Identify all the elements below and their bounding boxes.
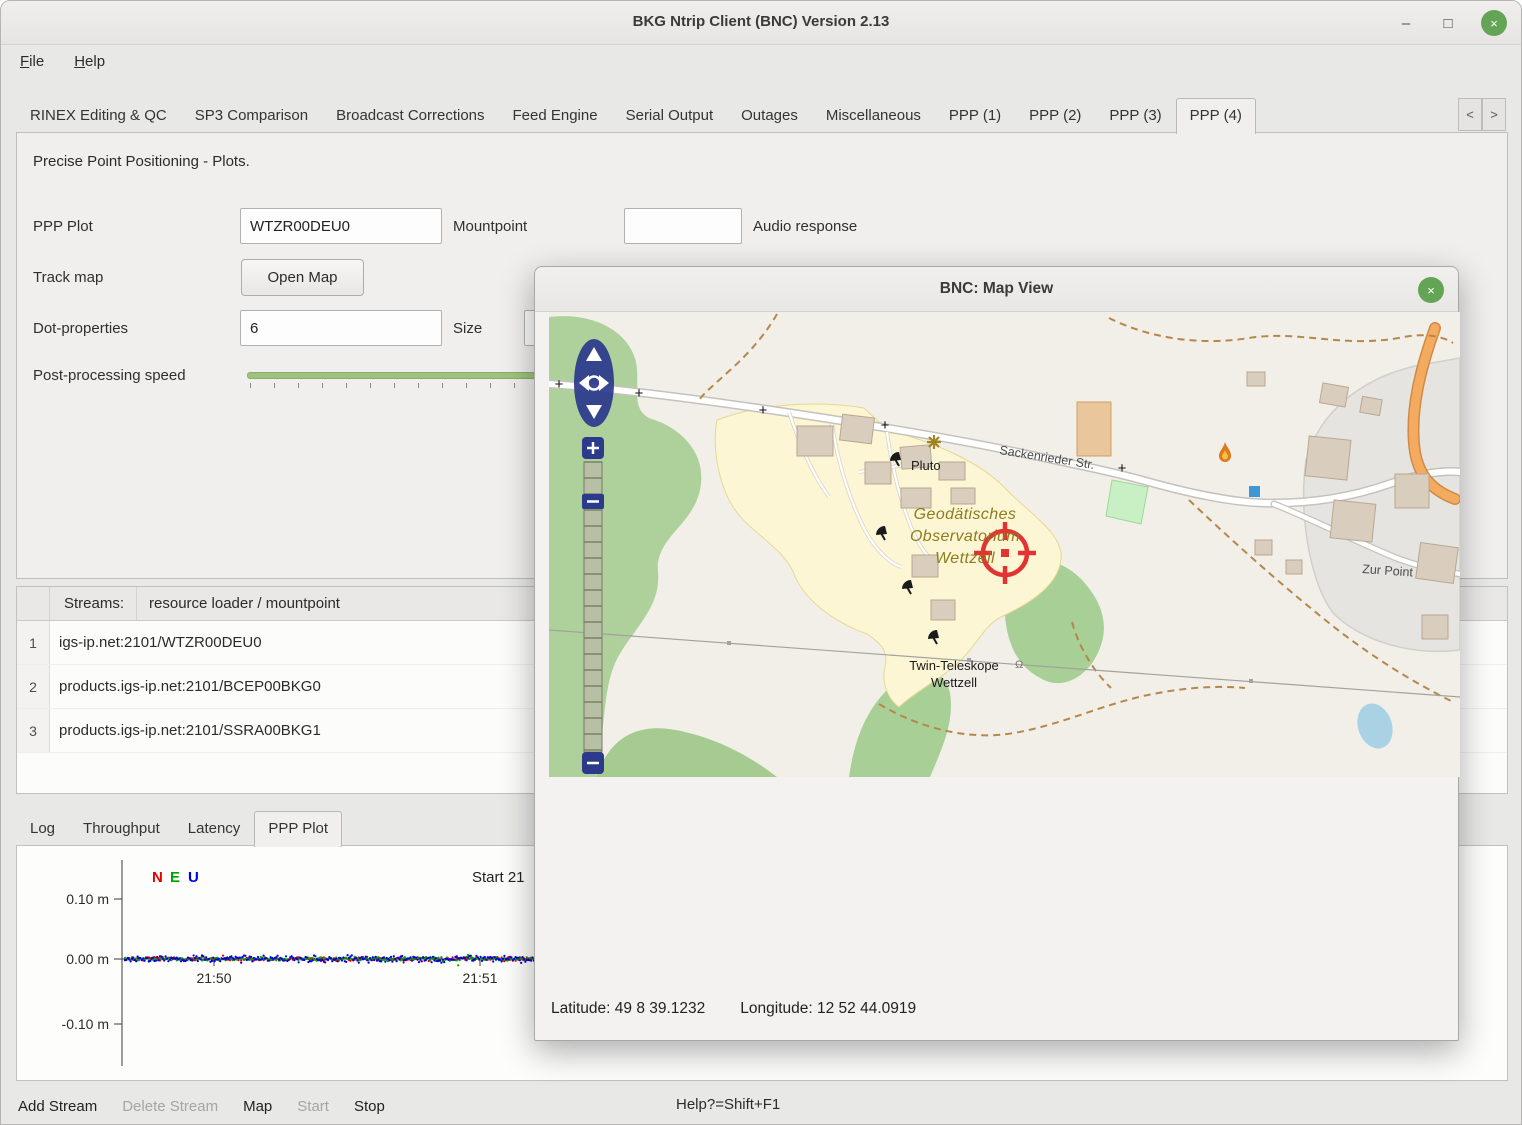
legend-east: E: [170, 869, 180, 886]
tab-ppp-plot[interactable]: PPP Plot: [254, 811, 342, 847]
ppp-plot-input[interactable]: [240, 208, 442, 244]
close-button[interactable]: ×: [1481, 10, 1507, 36]
main-tabbar: RINEX Editing & QC SP3 Comparison Broadc…: [16, 96, 1256, 133]
map-label-twin-telescope: Wettzell: [931, 675, 977, 690]
tab-outages[interactable]: Outages: [727, 98, 812, 133]
tab-ppp-2[interactable]: PPP (2): [1015, 98, 1095, 133]
tab-log[interactable]: Log: [16, 811, 69, 846]
minimize-button[interactable]: –: [1397, 15, 1415, 32]
mountpoint-input[interactable]: [624, 208, 742, 244]
map-view-dialog: BNC: Map View ×: [534, 266, 1459, 1041]
panel-description: Precise Point Positioning - Plots.: [33, 153, 250, 170]
open-map-button[interactable]: Open Map: [241, 259, 364, 296]
viewpoint-icon: [927, 435, 941, 449]
stream-mountpoint: products.igs-ip.net:2101/SSRA00BKG1: [50, 722, 321, 739]
tab-scroll-left-icon[interactable]: <: [1458, 98, 1482, 131]
track-map-label: Track map: [33, 269, 103, 286]
y-tick-label: -0.10 m: [62, 1016, 109, 1032]
footer-toolbar: Add Stream Delete Stream Map Start Stop …: [1, 1086, 1521, 1125]
map-pan-control[interactable]: [574, 339, 614, 427]
bottom-tabbar: Log Throughput Latency PPP Plot: [16, 809, 342, 846]
x-tick-label: 21:51: [462, 970, 497, 986]
longitude-value: Longitude: 12 52 44.0919: [740, 1000, 916, 1018]
menubar: File Help: [1, 45, 1521, 78]
mountpoint-label: Mountpoint: [453, 218, 527, 235]
map-symbol-omega: Ω: [1015, 659, 1023, 671]
post-processing-speed-label: Post-processing speed: [33, 367, 186, 384]
map-tan-building: [1077, 402, 1111, 456]
stream-mountpoint: products.igs-ip.net:2101/BCEP00BKG0: [50, 678, 321, 695]
benchmark-icon: +: [635, 385, 644, 402]
map-label-pluto: Pluto: [911, 458, 941, 473]
y-tick-label: 0.10 m: [66, 891, 109, 907]
map-label-twin-telescope: Twin-Teleskope: [909, 658, 999, 673]
menu-file[interactable]: File: [20, 53, 44, 70]
audio-response-label: Audio response: [753, 218, 857, 235]
y-tick-label: 0.00 m: [66, 951, 109, 967]
map-button[interactable]: Map: [243, 1098, 272, 1115]
tab-broadcast-corrections[interactable]: Broadcast Corrections: [322, 98, 498, 133]
map-label-observatory: Geodätisches: [914, 506, 1017, 523]
bnc-window: BKG Ntrip Client (BNC) Version 2.13 – □ …: [0, 0, 1522, 1125]
stream-mountpoint: igs-ip.net:2101/WTZR00DEU0: [50, 634, 262, 651]
tab-ppp-1[interactable]: PPP (1): [935, 98, 1015, 133]
dialog-title: BNC: Map View: [535, 280, 1458, 298]
benchmark-icon: +: [555, 376, 564, 393]
delete-stream-button: Delete Stream: [122, 1098, 218, 1115]
tab-rinex-editing-qc[interactable]: RINEX Editing & QC: [16, 98, 181, 133]
tab-sp3-comparison[interactable]: SP3 Comparison: [181, 98, 322, 133]
map-label-observatory: Wettzell: [935, 550, 995, 567]
window-title: BKG Ntrip Client (BNC) Version 2.13: [1, 13, 1521, 30]
streams-title: Streams:: [50, 595, 136, 612]
maximize-button[interactable]: □: [1439, 15, 1457, 32]
stop-button[interactable]: Stop: [354, 1098, 385, 1115]
legend-up: U: [188, 869, 199, 886]
map-label-observatory: Observatorium: [910, 528, 1020, 545]
legend-north: N: [152, 869, 163, 886]
stream-row-number: 1: [17, 621, 50, 664]
tab-ppp-4[interactable]: PPP (4): [1176, 98, 1256, 134]
tab-ppp-3[interactable]: PPP (3): [1095, 98, 1175, 133]
dot-properties-label: Dot-properties: [33, 320, 128, 337]
start-button: Start: [297, 1098, 329, 1115]
tab-scroll-right-icon[interactable]: >: [1482, 98, 1506, 131]
x-tick-label: 21:50: [196, 970, 231, 986]
tab-feed-engine[interactable]: Feed Engine: [499, 98, 612, 133]
titlebar[interactable]: BKG Ntrip Client (BNC) Version 2.13 – □ …: [1, 1, 1521, 45]
tab-throughput[interactable]: Throughput: [69, 811, 174, 846]
tab-latency[interactable]: Latency: [174, 811, 255, 846]
dialog-titlebar[interactable]: BNC: Map View ×: [535, 267, 1458, 312]
map-blue-marker: [1249, 486, 1260, 497]
map-zoom-control[interactable]: [582, 437, 604, 774]
add-stream-button[interactable]: Add Stream: [18, 1098, 97, 1115]
dialog-close-button[interactable]: ×: [1418, 277, 1444, 303]
benchmark-icon: +: [759, 402, 768, 419]
dot-properties-input[interactable]: [240, 310, 442, 346]
benchmark-icon: +: [881, 417, 890, 434]
latitude-value: Latitude: 49 8 39.1232: [551, 1000, 705, 1018]
start-annotation: Start 21: [472, 869, 525, 886]
streams-header-corner: [17, 587, 50, 620]
stream-row-number: 2: [17, 665, 50, 708]
benchmark-icon: +: [1118, 460, 1127, 477]
map-view-canvas[interactable]: + + + + + Pluto: [549, 312, 1460, 777]
coordinate-readout: Latitude: 49 8 39.1232 Longitude: 12 52 …: [551, 1000, 916, 1018]
streams-column-header: resource loader / mountpoint: [136, 587, 340, 620]
ppp-plot-label: PPP Plot: [33, 218, 93, 235]
stream-row-number: 3: [17, 709, 50, 752]
size-label: Size: [453, 320, 482, 337]
tab-serial-output[interactable]: Serial Output: [612, 98, 728, 133]
map-meadow: [1106, 480, 1148, 524]
menu-help[interactable]: Help: [74, 53, 105, 70]
help-hint: Help?=Shift+F1: [676, 1096, 780, 1113]
tab-miscellaneous[interactable]: Miscellaneous: [812, 98, 935, 133]
